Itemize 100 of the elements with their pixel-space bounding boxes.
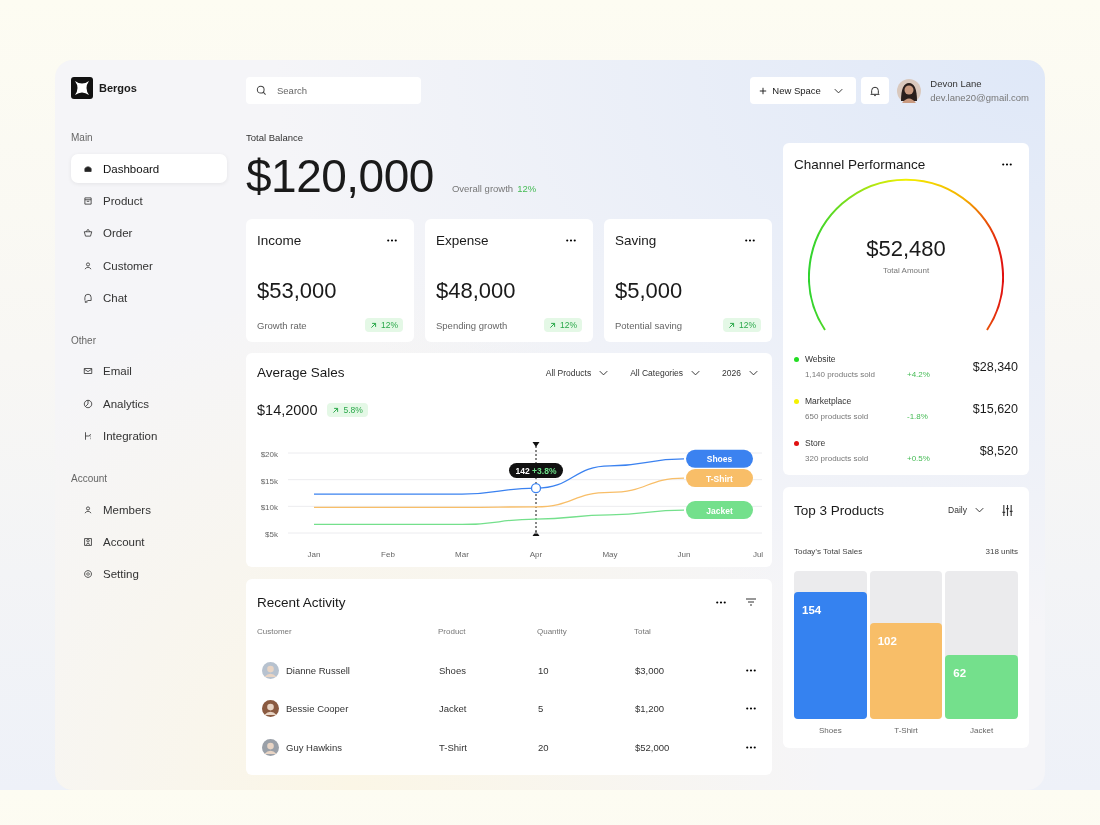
table-cell-text: $3,000 — [634, 663, 666, 678]
new-space-button[interactable]: New Space — [750, 77, 857, 104]
card-caption: Spending growth — [436, 319, 508, 331]
chevron-icon — [749, 369, 758, 376]
more-icon — [1002, 162, 1012, 166]
growth-percent: 12% — [739, 320, 756, 330]
more-icon — [387, 238, 397, 242]
products-sold: 320 products sold — [805, 454, 870, 463]
customer-name: Guy Hawkins — [286, 741, 342, 753]
card-amount: $48,000 — [436, 278, 517, 304]
search-input[interactable]: Search — [275, 84, 395, 97]
section-title: Account — [71, 473, 109, 485]
card-title: Channel Performance — [794, 156, 926, 172]
avatar — [262, 738, 279, 756]
basket-icon — [83, 228, 93, 239]
channel-name: Marketplace — [805, 396, 852, 406]
table-cell-text: Shoes — [438, 663, 467, 678]
growth-percent: 12% — [560, 320, 577, 330]
channel-name: Store — [805, 438, 826, 448]
column-header: Quantity — [537, 627, 568, 638]
legend-item: Jacket — [686, 501, 753, 520]
filter-dropdown[interactable]: All Products — [541, 367, 613, 378]
archive-box-icon — [83, 195, 93, 206]
column-header: Total — [634, 627, 652, 638]
axis-label: Feb — [381, 550, 395, 559]
products-sold: 650 products sold — [805, 412, 870, 421]
table-cell-text: 20 — [537, 740, 550, 755]
home-icon — [83, 163, 93, 174]
sidebar-item[interactable]: Order — [71, 218, 227, 248]
more-icon — [746, 745, 756, 749]
avatar — [262, 661, 279, 679]
bar-label: T-Shirt — [894, 726, 918, 735]
table-cell-text: $52,000 — [634, 740, 671, 755]
axis-label: Jul — [752, 550, 764, 559]
sidebar-item[interactable]: Dashboard — [71, 154, 227, 183]
card-caption: Potential saving — [615, 319, 683, 331]
chat-icon — [83, 293, 93, 304]
sidebar-item[interactable]: Product — [71, 186, 227, 216]
chevron-icon — [599, 369, 609, 376]
channel-amount: $15,620 — [972, 401, 1018, 416]
change-value: -1.8% — [907, 412, 928, 421]
customer-name: Bessie Cooper — [286, 703, 349, 715]
change-value: +0.5% — [907, 454, 930, 463]
more-icon — [566, 238, 576, 242]
filter-dropdown[interactable]: All Categories — [626, 367, 705, 378]
growth-percent: 12% — [381, 320, 398, 330]
card-title: Recent Activity — [257, 594, 346, 610]
table-cell-text: T-Shirt — [438, 740, 468, 755]
brand-name: Bergos — [99, 82, 137, 94]
user-icon — [83, 260, 93, 271]
notification-button[interactable] — [861, 77, 890, 104]
card-title: Expense — [436, 232, 489, 248]
card-title: Saving — [615, 232, 657, 248]
more-icon — [745, 238, 755, 242]
bar-value: 62 — [953, 667, 967, 680]
sales-amount: $14,2000 — [257, 402, 318, 418]
bar-label: Jacket — [970, 726, 994, 735]
user-email: dev.lane20@gmail.com — [930, 92, 1029, 103]
customer-name: Dianne Russell — [286, 664, 350, 676]
axis-label: Jan — [307, 550, 321, 559]
more-icon — [716, 600, 726, 604]
mail-icon — [83, 366, 93, 377]
channel-amount: $8,520 — [979, 443, 1018, 458]
logo-icon — [71, 77, 93, 99]
contact-icon — [83, 537, 93, 547]
growth-label: Overall growth — [451, 183, 514, 194]
axis-label: $15k — [260, 476, 278, 486]
card-amount: $5,000 — [615, 278, 684, 304]
filter-dropdown[interactable]: 2026 — [718, 367, 762, 378]
sidebar-item[interactable]: Integration — [71, 421, 227, 451]
channel-amount: $28,340 — [972, 359, 1018, 374]
period-dropdown[interactable]: Daily — [944, 505, 988, 515]
column-header: Product — [438, 627, 467, 638]
table-cell-text: Jacket — [438, 702, 468, 717]
sidebar-item[interactable]: Account — [71, 527, 227, 557]
sidebar-item[interactable]: Setting — [71, 559, 227, 589]
chart-annotation: 142 +3.8% — [509, 463, 563, 494]
arrow-up-right-icon — [332, 406, 340, 414]
section-title: Other — [71, 334, 97, 346]
axis-label: Apr — [529, 550, 543, 559]
products-sold: 1,140 products sold — [805, 370, 876, 379]
sidebar-item[interactable]: Members — [71, 495, 227, 525]
chevron-icon — [975, 507, 984, 513]
sidebar-item[interactable]: Chat — [71, 283, 227, 313]
sidebar-item[interactable]: Email — [71, 356, 227, 386]
axis-label: $10k — [260, 503, 278, 513]
card-caption: Growth rate — [257, 319, 307, 331]
search-field[interactable]: Search — [246, 77, 421, 104]
more-icon — [746, 707, 756, 711]
bar-value: 102 — [877, 634, 897, 647]
card-title: Income — [257, 232, 302, 248]
filter-icon — [746, 598, 756, 606]
bar-label: Shoes — [819, 726, 842, 735]
balance-amount: $120,000 — [246, 151, 434, 201]
change-value: +4.2% — [907, 370, 930, 379]
sidebar-item[interactable]: Customer — [71, 251, 227, 281]
balance-label: Total Balance — [246, 132, 305, 143]
channel-name: Website — [805, 354, 836, 364]
sidebar-item[interactable]: Analytics — [71, 389, 227, 419]
settings-icon — [83, 569, 93, 580]
